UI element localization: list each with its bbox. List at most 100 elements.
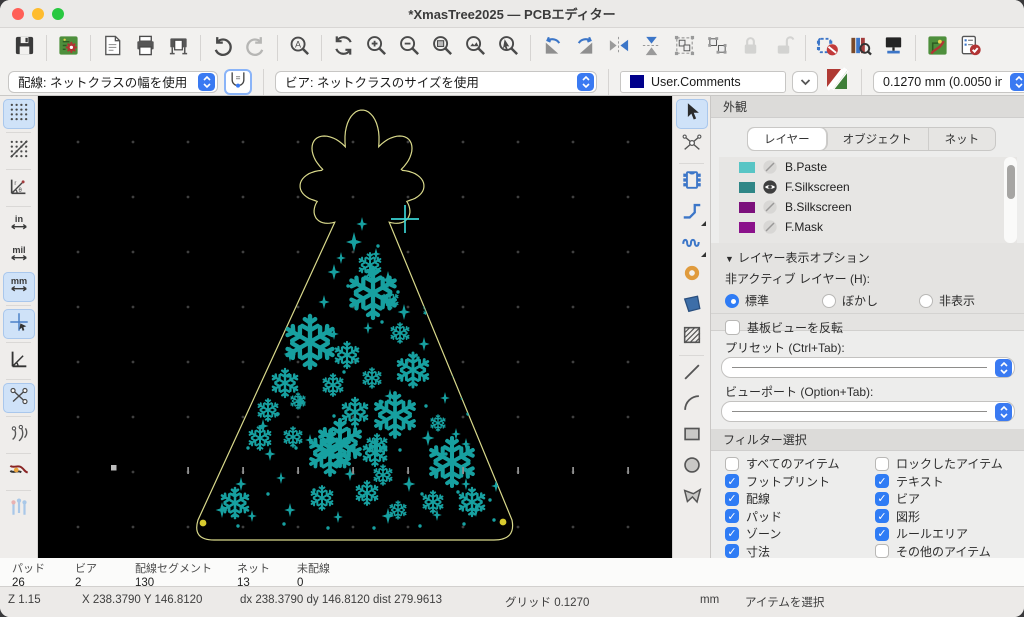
eye-hidden-icon[interactable] bbox=[762, 159, 778, 175]
filter-item-ビア[interactable]: ✓ ビア bbox=[875, 491, 1017, 507]
checkbox[interactable]: ✓ bbox=[725, 526, 739, 541]
draw-circle-button[interactable] bbox=[676, 452, 708, 482]
filter-item-図形[interactable]: ✓ 図形 bbox=[875, 509, 1017, 525]
layer-row-B.Silkscreen[interactable]: B.Silkscreen bbox=[719, 197, 1017, 217]
units-mm-button[interactable]: mm bbox=[2, 272, 35, 302]
zoom-out-button[interactable] bbox=[393, 33, 426, 63]
radio-非表示[interactable]: 非表示 bbox=[919, 292, 1016, 309]
viewport-select[interactable] bbox=[721, 401, 1015, 422]
print-button[interactable] bbox=[129, 33, 162, 63]
route-tracks-button[interactable] bbox=[676, 198, 708, 228]
checkbox[interactable]: ✓ bbox=[875, 474, 889, 489]
filter-item-ルールエリア[interactable]: ✓ ルールエリア bbox=[875, 526, 1017, 542]
scrollbar-thumb[interactable] bbox=[1006, 165, 1015, 199]
checkbox[interactable]: ✓ bbox=[875, 491, 889, 506]
draw-rectangle-button[interactable] bbox=[676, 421, 708, 451]
filter-item-パッド[interactable]: ✓ パッド bbox=[725, 509, 875, 525]
flip-board-checkbox[interactable] bbox=[725, 320, 740, 335]
page-settings-button[interactable] bbox=[96, 33, 129, 63]
filter-item-すべてのアイテム[interactable]: すべてのアイテム bbox=[725, 456, 875, 472]
rotate-ccw-button[interactable] bbox=[536, 33, 569, 63]
plot-button[interactable] bbox=[162, 33, 195, 63]
grid-size-select[interactable]: 0.1270 mm (0.0050 in) bbox=[873, 70, 1024, 93]
tab-レイヤー[interactable]: レイヤー bbox=[748, 128, 827, 150]
curved-ratsnest-button[interactable] bbox=[3, 420, 35, 450]
tune-length-button[interactable] bbox=[676, 229, 708, 259]
group-button[interactable] bbox=[668, 33, 701, 63]
zoom-fit-button[interactable] bbox=[426, 33, 459, 63]
layer-pair-button[interactable] bbox=[824, 67, 850, 94]
pcb-canvas[interactable] bbox=[38, 96, 672, 558]
checkbox[interactable]: ✓ bbox=[725, 509, 739, 524]
zoom-objects-button[interactable] bbox=[459, 33, 492, 63]
checkbox[interactable]: ✓ bbox=[725, 491, 739, 506]
layer-dropdown-button[interactable] bbox=[792, 70, 818, 93]
radio-button[interactable] bbox=[919, 293, 933, 308]
ungroup-button[interactable] bbox=[701, 33, 734, 63]
checkbox[interactable] bbox=[875, 456, 889, 471]
filter-item-その他のアイテム[interactable]: その他のアイテム bbox=[875, 544, 1017, 560]
flip-board-row[interactable]: 基板ビューを反転 bbox=[711, 314, 1024, 336]
rule-area-button[interactable] bbox=[676, 322, 708, 352]
sketch-mode-button[interactable] bbox=[3, 346, 35, 376]
filter-item-ゾーン[interactable]: ✓ ゾーン bbox=[725, 526, 875, 542]
zoom-in-button[interactable] bbox=[360, 33, 393, 63]
net-inspector-button[interactable] bbox=[877, 33, 910, 63]
eye-hidden-icon[interactable] bbox=[762, 219, 778, 235]
radio-button[interactable] bbox=[822, 293, 836, 308]
filter-item-テキスト[interactable]: ✓ テキスト bbox=[875, 474, 1017, 490]
hide-ratsnest-button[interactable] bbox=[811, 33, 844, 63]
zone-button[interactable] bbox=[676, 291, 708, 321]
update-pcb-button[interactable] bbox=[921, 33, 954, 63]
checkbox[interactable]: ✓ bbox=[725, 544, 739, 559]
flip-horizontal-button[interactable] bbox=[602, 33, 635, 63]
footprint-button[interactable] bbox=[676, 167, 708, 197]
eye-visible-icon[interactable] bbox=[762, 179, 778, 195]
layer-row-F.Mask[interactable]: F.Mask bbox=[719, 217, 1017, 237]
tab-ネット[interactable]: ネット bbox=[929, 128, 995, 150]
layer-row-B.Paste[interactable]: B.Paste bbox=[719, 157, 1017, 177]
zoom-selection-button[interactable] bbox=[492, 33, 525, 63]
checkbox[interactable] bbox=[875, 544, 889, 559]
eye-hidden-icon[interactable] bbox=[762, 199, 778, 215]
preset-select[interactable] bbox=[721, 357, 1015, 378]
unlock-button[interactable] bbox=[767, 33, 800, 63]
layer-color-swatch[interactable] bbox=[739, 221, 755, 233]
units-mil-button[interactable]: mil bbox=[3, 241, 35, 271]
rotate-cw-button[interactable] bbox=[569, 33, 602, 63]
flip-vertical-button[interactable] bbox=[635, 33, 668, 63]
redo-button[interactable] bbox=[239, 33, 272, 63]
net-colors-button[interactable] bbox=[3, 494, 35, 524]
radio-ぼかし[interactable]: ぼかし bbox=[822, 292, 919, 309]
filter-item-ロックしたアイテム[interactable]: ロックしたアイテム bbox=[875, 456, 1017, 472]
draw-line-button[interactable] bbox=[676, 359, 708, 389]
drc-button[interactable] bbox=[954, 33, 987, 63]
lock-button[interactable] bbox=[734, 33, 767, 63]
filter-item-寸法[interactable]: ✓ 寸法 bbox=[725, 544, 875, 560]
checkbox[interactable] bbox=[725, 456, 739, 471]
net-highlight-button[interactable] bbox=[3, 457, 35, 487]
library-browser-button[interactable] bbox=[844, 33, 877, 63]
units-in-button[interactable]: in bbox=[3, 210, 35, 240]
filter-item-フットプリント[interactable]: ✓ フットプリント bbox=[725, 474, 875, 490]
undo-button[interactable] bbox=[206, 33, 239, 63]
via-size-select[interactable]: ビア: ネットクラスのサイズを使用 bbox=[275, 70, 597, 93]
local-ratsnest-button[interactable] bbox=[676, 130, 708, 160]
layer-scrollbar[interactable] bbox=[1004, 157, 1017, 243]
via-button[interactable] bbox=[676, 260, 708, 290]
tab-オブジェクト[interactable]: オブジェクト bbox=[827, 128, 929, 150]
save-button[interactable] bbox=[8, 33, 41, 63]
layer-color-swatch[interactable] bbox=[739, 181, 755, 193]
polar-coords-button[interactable]: θr bbox=[3, 173, 35, 203]
find-button[interactable]: A bbox=[283, 33, 316, 63]
auto-track-width-button[interactable]: = bbox=[224, 68, 252, 95]
track-width-select[interactable]: 配線: ネットクラスの幅を使用 bbox=[8, 70, 218, 93]
radio-button[interactable] bbox=[725, 293, 739, 308]
filter-item-配線[interactable]: ✓ 配線 bbox=[725, 491, 875, 507]
draw-arc-button[interactable] bbox=[676, 390, 708, 420]
board-setup-button[interactable] bbox=[52, 33, 85, 63]
ratsnest-button[interactable] bbox=[2, 383, 35, 413]
layer-color-swatch[interactable] bbox=[739, 161, 755, 173]
draw-polygon-button[interactable] bbox=[676, 483, 708, 513]
layer-display-options-title[interactable]: ▼ レイヤー表示オプション bbox=[711, 243, 1024, 268]
